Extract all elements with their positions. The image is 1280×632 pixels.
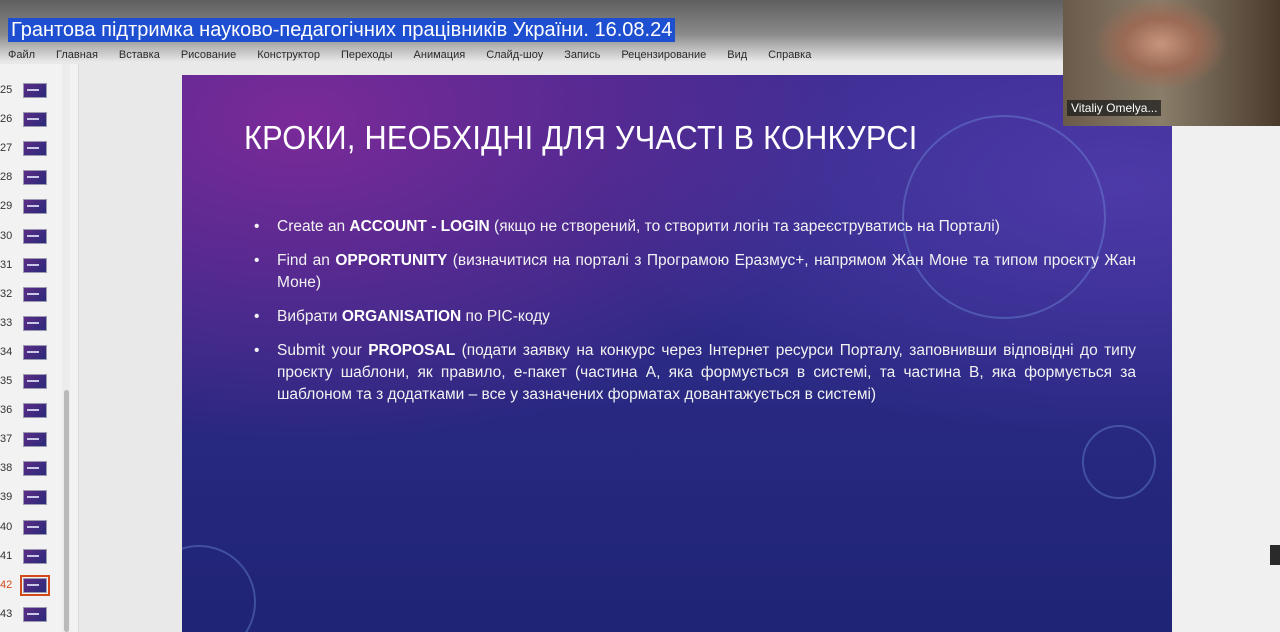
slide-thumbnail-image xyxy=(23,141,47,156)
slide-number: 36 xyxy=(0,404,13,416)
ribbon-tab-file[interactable]: Файл xyxy=(8,49,35,61)
slide-thumbnail-image xyxy=(23,287,47,302)
slide-thumbnail-image xyxy=(23,112,47,127)
ribbon-tab-view[interactable]: Вид xyxy=(727,49,747,61)
ribbon-tab-help[interactable]: Справка xyxy=(768,49,811,61)
slide-thumbnail-42[interactable]: 42 xyxy=(0,575,60,596)
ribbon-tab-animations[interactable]: Анимация xyxy=(414,49,466,61)
bullet-item: Submit your PROPOSAL (подати заявку на к… xyxy=(254,340,1136,406)
slide-thumbnail-35[interactable]: 35 xyxy=(0,371,60,391)
slide-thumbnail-28[interactable]: 28 xyxy=(0,167,60,187)
ribbon-tab-home[interactable]: Главная xyxy=(56,49,98,61)
slide-thumbnail-image xyxy=(23,316,47,331)
slide-thumbnail-37[interactable]: 37 xyxy=(0,429,60,449)
slide-thumbnail-39[interactable]: 39 xyxy=(0,487,60,507)
slide-thumbnail-26[interactable]: 26 xyxy=(0,109,60,129)
slide-thumbnail-38[interactable]: 38 xyxy=(0,458,60,478)
slide-thumbnail-image xyxy=(23,490,47,505)
slide-thumbnail-image xyxy=(23,461,47,476)
slide-thumbnail-34[interactable]: 34 xyxy=(0,342,60,362)
slide-number: 39 xyxy=(0,491,13,503)
right-side-panel xyxy=(1172,126,1280,632)
slide-thumbnail-25[interactable]: 25 xyxy=(0,80,60,100)
slide-number: 28 xyxy=(0,171,13,183)
panel-edge-handle[interactable] xyxy=(1270,545,1280,565)
decorative-ring xyxy=(182,545,256,632)
bullet-keyword: ORGANISATION xyxy=(341,308,462,325)
slide-thumbnail-30[interactable]: 30 xyxy=(0,226,60,246)
bullet-keyword: PROPOSAL xyxy=(368,342,456,359)
slide-thumbnail-image xyxy=(23,549,47,564)
slide-number: 42 xyxy=(0,579,13,591)
bullet-text: (якщо не створений, то створити логін та… xyxy=(489,218,1000,235)
ribbon-menu: Файл Главная Вставка Рисование Конструкт… xyxy=(0,46,1088,64)
slide-thumbnail-image xyxy=(23,607,47,622)
slide-thumbnail-40[interactable]: 40 xyxy=(0,517,60,537)
slide-number: 33 xyxy=(0,317,13,329)
bullet-keyword: ACCOUNT - LOGIN xyxy=(349,218,490,235)
ribbon-tab-record[interactable]: Запись xyxy=(564,49,600,61)
slide-thumbnail-41[interactable]: 41 xyxy=(0,546,60,566)
slide-thumbnail-image xyxy=(23,432,47,447)
slide-number: 32 xyxy=(0,288,13,300)
slide-canvas[interactable]: КРОКИ, НЕОБХІДНІ ДЛЯ УЧАСТІ В КОНКУРСІ C… xyxy=(182,75,1172,632)
slide-number: 27 xyxy=(0,142,13,154)
slide-number: 41 xyxy=(0,550,13,562)
slide-thumbnail-image xyxy=(23,403,47,418)
ribbon-tab-design[interactable]: Конструктор xyxy=(257,49,320,61)
slide-thumbnail-33[interactable]: 33 xyxy=(0,313,60,333)
slide-thumbnail-image xyxy=(23,345,47,360)
ribbon-tab-transitions[interactable]: Переходы xyxy=(341,49,393,61)
slide-number: 34 xyxy=(0,346,13,358)
slide-thumbnail-image xyxy=(20,575,50,596)
slide-thumbnail-43[interactable]: 43 xyxy=(0,604,60,624)
bullet-text: Submit your xyxy=(277,342,369,359)
slide-thumbnail-image xyxy=(23,520,47,535)
bullet-text: Find an xyxy=(277,252,336,269)
slide-thumbnail-36[interactable]: 36 xyxy=(0,400,60,420)
slide-number: 35 xyxy=(0,375,13,387)
slide-number: 31 xyxy=(0,259,13,271)
thumbnail-scroll-thumb[interactable] xyxy=(64,390,69,632)
slide-thumbnail-29[interactable]: 29 xyxy=(0,196,60,216)
slide-number: 29 xyxy=(0,200,13,212)
bullet-text: Вибрати xyxy=(277,308,342,325)
slide-thumbnail-image xyxy=(23,170,47,185)
decorative-ring xyxy=(1082,425,1156,499)
slide-number: 40 xyxy=(0,521,13,533)
slide-number: 30 xyxy=(0,230,13,242)
bullet-item: Find an OPPORTUNITY (визначитися на порт… xyxy=(254,250,1136,294)
slide-number: 38 xyxy=(0,462,13,474)
ribbon-tab-draw[interactable]: Рисование xyxy=(181,49,236,61)
slide-thumbnail-image xyxy=(23,229,47,244)
bullet-text: Create an xyxy=(277,218,350,235)
slide-thumbnail-32[interactable]: 32 xyxy=(0,284,60,304)
ribbon-tab-review[interactable]: Рецензирование xyxy=(621,49,706,61)
bullet-keyword: OPPORTUNITY xyxy=(335,252,448,269)
webcam-video-tile[interactable]: Vitaliy Omelya... xyxy=(1063,0,1280,126)
bullet-item: Create an ACCOUNT - LOGIN (якщо не створ… xyxy=(254,216,1136,238)
slide-number: 26 xyxy=(0,113,13,125)
video-title[interactable]: Грантова підтримка науково-педагогічних … xyxy=(8,18,676,42)
slide-number: 37 xyxy=(0,433,13,445)
slide-thumbnail-27[interactable]: 27 xyxy=(0,138,60,158)
slide-number: 25 xyxy=(0,84,13,96)
slide-title[interactable]: КРОКИ, НЕОБХІДНІ ДЛЯ УЧАСТІ В КОНКУРСІ xyxy=(244,119,918,157)
slide-thumbnail-31[interactable]: 31 xyxy=(0,255,60,275)
slide-thumbnail-image xyxy=(23,83,47,98)
bullet-text: по PIC-коду xyxy=(461,308,550,325)
slide-thumbnail-image xyxy=(23,374,47,389)
slide-thumbnail-image xyxy=(23,199,47,214)
participant-name-label: Vitaliy Omelya... xyxy=(1067,100,1162,116)
bullet-item: Вибрати ORGANISATION по PIC-коду xyxy=(254,306,1136,328)
ribbon-tab-insert[interactable]: Вставка xyxy=(119,49,160,61)
slide-number: 43 xyxy=(0,608,13,620)
ribbon-tab-slideshow[interactable]: Слайд-шоу xyxy=(486,49,543,61)
slide-bullet-list[interactable]: Create an ACCOUNT - LOGIN (якщо не створ… xyxy=(254,216,1136,418)
slide-thumbnail-image xyxy=(23,258,47,273)
